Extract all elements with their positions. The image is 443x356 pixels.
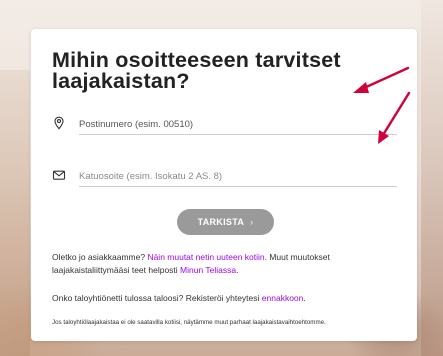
minun-telia-link[interactable]: Minun Teliassa [180,265,236,275]
address-check-card: Mihin osoitteeseen tarvitset laajakaista… [31,29,417,341]
check-button-label: TARKISTA [197,217,245,227]
customer-text-part: . [236,264,239,275]
envelope-icon [52,168,66,182]
location-pin-icon [52,116,66,130]
page-title: Mihin osoitteeseen tarvitset laajakaista… [52,48,341,93]
footnote-text: Jos taloyhtiölaajakaistaa ei ole saatavi… [52,319,326,326]
move-internet-link[interactable]: Näin muutat netin uuteen kotiin [147,252,264,262]
housing-company-text: Onko taloyhtiönetti tulossa taloosi? Rek… [52,292,402,305]
background-pillar-right [421,0,443,356]
check-button[interactable]: TARKISTA › [177,209,274,235]
existing-customer-text: Oletko jo asiakkaamme? Näin muutat netin… [52,251,402,276]
register-in-advance-link[interactable]: ennakkoon [262,293,304,303]
background-pillar-left [0,70,30,356]
postal-code-input[interactable] [79,114,397,135]
housing-text-part: Onko taloyhtiönetti tulossa taloosi? Rek… [52,293,262,303]
postal-code-field [52,114,398,136]
housing-text-part: . [303,293,306,303]
street-address-input[interactable] [79,166,397,187]
customer-text-part: Oletko jo asiakkaamme? [52,252,148,262]
street-address-field [52,166,398,188]
chevron-right-icon: › [250,217,254,227]
